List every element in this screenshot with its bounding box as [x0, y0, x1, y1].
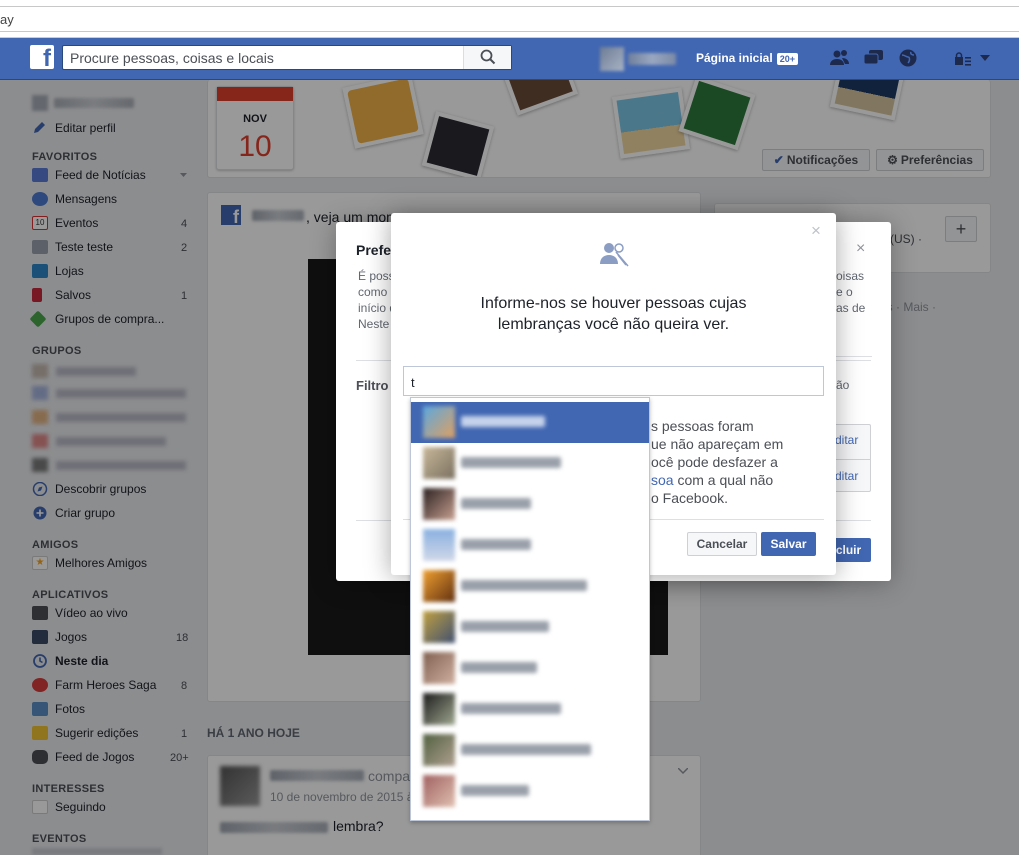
suggestion-avatar: [423, 406, 455, 438]
profile-name[interactable]: [628, 53, 676, 65]
friends-icon[interactable]: [830, 49, 850, 67]
modal-info-text: s pessoas foram ue não apareçam em ocê p…: [651, 418, 784, 506]
suggestion-item[interactable]: [411, 525, 649, 566]
suggestion-name: [461, 785, 529, 796]
search-button[interactable]: [463, 46, 511, 69]
suggestion-name: [461, 744, 591, 755]
top-navigation-bar: f Procure pessoas, coisas e locais Págin…: [0, 38, 1019, 80]
suggestion-item[interactable]: [411, 443, 649, 484]
suggestion-item[interactable]: [411, 648, 649, 689]
person-suggestions-dropdown: [410, 397, 650, 821]
suggestion-name: [461, 621, 549, 632]
close-icon[interactable]: ×: [811, 221, 821, 241]
suggestion-avatar: [423, 652, 455, 684]
person-search-input[interactable]: t: [403, 366, 824, 396]
address-field[interactable]: ay: [0, 6, 1019, 32]
suggestion-item[interactable]: [411, 771, 649, 812]
people-icon: [600, 243, 629, 267]
suggestion-avatar: [423, 447, 455, 479]
suggestion-item[interactable]: [411, 689, 649, 730]
filters-fragment: ão: [836, 378, 850, 392]
profile-avatar[interactable]: [600, 47, 624, 71]
suggestion-name: [461, 498, 531, 509]
suggestion-name: [461, 539, 531, 550]
chevron-down-icon[interactable]: [980, 55, 990, 62]
search-input[interactable]: Procure pessoas, coisas e locais: [70, 50, 274, 66]
suggestion-item[interactable]: [411, 402, 649, 443]
privacy-icon[interactable]: [954, 52, 972, 66]
home-badge: 20+: [776, 53, 798, 65]
cancel-button[interactable]: Cancelar: [687, 532, 757, 556]
suggestion-name: [461, 580, 587, 591]
edit-button[interactable]: ditar: [835, 433, 858, 447]
suggestion-avatar: [423, 775, 455, 807]
facebook-logo[interactable]: f: [30, 45, 54, 69]
filters-label: Filtro: [356, 378, 389, 393]
suggestion-name: [461, 457, 561, 468]
home-link[interactable]: Página inicial 20+: [696, 51, 798, 65]
search-box[interactable]: Procure pessoas, coisas e locais: [62, 45, 512, 70]
edit-button[interactable]: ditar: [835, 469, 858, 483]
info-link[interactable]: soa: [651, 472, 674, 488]
save-button[interactable]: Salvar: [761, 532, 816, 556]
suggestion-item[interactable]: [411, 730, 649, 771]
preferences-title: Prefe: [356, 242, 392, 258]
suggestion-avatar: [423, 611, 455, 643]
modal-heading: Informe-nos se houver pessoas cujas lemb…: [480, 295, 747, 333]
suggestion-item[interactable]: [411, 566, 649, 607]
suggestion-avatar: [423, 529, 455, 561]
messages-icon[interactable]: [864, 49, 884, 67]
preferences-body-right: oisas e o as de: [836, 269, 866, 315]
suggestion-avatar: [423, 734, 455, 766]
suggestion-avatar: [423, 693, 455, 725]
suggestion-avatar: [423, 570, 455, 602]
suggestion-avatar: [423, 488, 455, 520]
suggestion-name: [461, 416, 545, 427]
globe-icon[interactable]: [898, 49, 918, 67]
suggestion-item[interactable]: [411, 607, 649, 648]
close-icon[interactable]: ×: [856, 240, 865, 258]
search-icon: [480, 49, 496, 65]
divider: [836, 356, 872, 357]
suggestion-item[interactable]: [411, 484, 649, 525]
suggestion-name: [461, 662, 537, 673]
browser-url-bar: ay: [0, 0, 1019, 38]
suggestion-name: [461, 703, 561, 714]
